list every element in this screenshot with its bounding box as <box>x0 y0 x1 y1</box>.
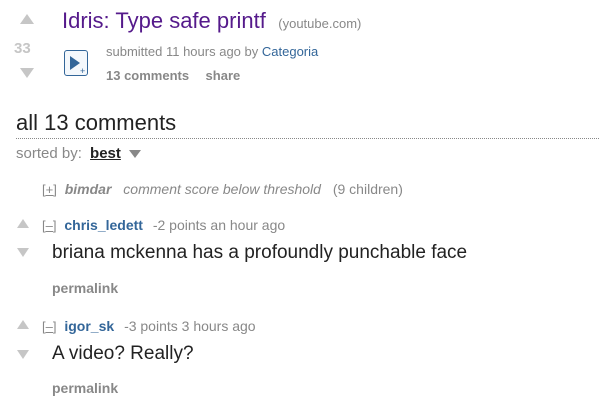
post-domain[interactable]: (youtube.com) <box>278 16 361 31</box>
comments-link[interactable]: 13 comments <box>106 68 189 83</box>
post-upvote-icon[interactable] <box>20 14 34 24</box>
post-submitted-text: submitted 11 hours ago by <box>106 44 259 59</box>
comment-meta: -2 points an hour ago <box>152 217 286 233</box>
post-thumbnail[interactable]: + <box>64 50 88 76</box>
post-title-line: Idris: Type safe printf (youtube.com) <box>62 8 361 34</box>
comment-tagline: [–] igor_sk -3 points 3 hours ago <box>42 318 256 334</box>
comment-downvote-icon[interactable] <box>17 248 29 257</box>
sort-bar: sorted by: best <box>16 145 142 162</box>
collapsed-note: comment score below threshold <box>123 181 321 197</box>
comment-tagline: [–] chris_ledett -2 points an hour ago <box>42 217 285 233</box>
comment-meta: -3 points 3 hours ago <box>124 318 256 334</box>
share-link[interactable]: share <box>206 68 241 83</box>
post-title-link[interactable]: Idris: Type safe printf <box>62 8 266 33</box>
collapse-toggle[interactable]: [–] <box>42 218 56 233</box>
expand-toggle[interactable]: [+] <box>42 182 57 197</box>
post-score: 33 <box>14 40 31 57</box>
comment-author-link[interactable]: chris_ledett <box>64 217 143 233</box>
video-play-icon: + <box>70 56 85 75</box>
post-tagline: submitted 11 hours ago by Categoria <box>106 44 318 59</box>
comment-body: A video? Really? <box>52 343 194 364</box>
post-author-link[interactable]: Categoria <box>262 44 318 59</box>
triangle-down-icon[interactable] <box>129 150 142 159</box>
collapsed-children: (9 children) <box>332 181 403 197</box>
svg-text:+: + <box>80 66 85 75</box>
permalink-button[interactable]: permalink <box>52 380 118 396</box>
heading-divider <box>16 138 599 139</box>
sort-dropdown[interactable]: best <box>90 145 121 162</box>
comment-body: briana mckenna has a profoundly punchabl… <box>52 242 468 263</box>
collapsed-author[interactable]: bimdar <box>65 181 112 197</box>
comment-upvote-icon[interactable] <box>17 219 29 228</box>
comment-author-link[interactable]: igor_sk <box>64 318 114 334</box>
sort-label: sorted by: <box>16 145 82 162</box>
comments-heading: all 13 comments <box>16 110 177 135</box>
collapse-toggle[interactable]: [–] <box>42 319 56 334</box>
post-buttons: 13 comments share <box>106 67 240 85</box>
comment-downvote-icon[interactable] <box>17 350 29 359</box>
collapsed-comment: [+] bimdar comment score below threshold… <box>42 181 403 197</box>
post-downvote-icon[interactable] <box>20 68 34 78</box>
comment-upvote-icon[interactable] <box>17 320 29 329</box>
permalink-button[interactable]: permalink <box>52 280 118 296</box>
